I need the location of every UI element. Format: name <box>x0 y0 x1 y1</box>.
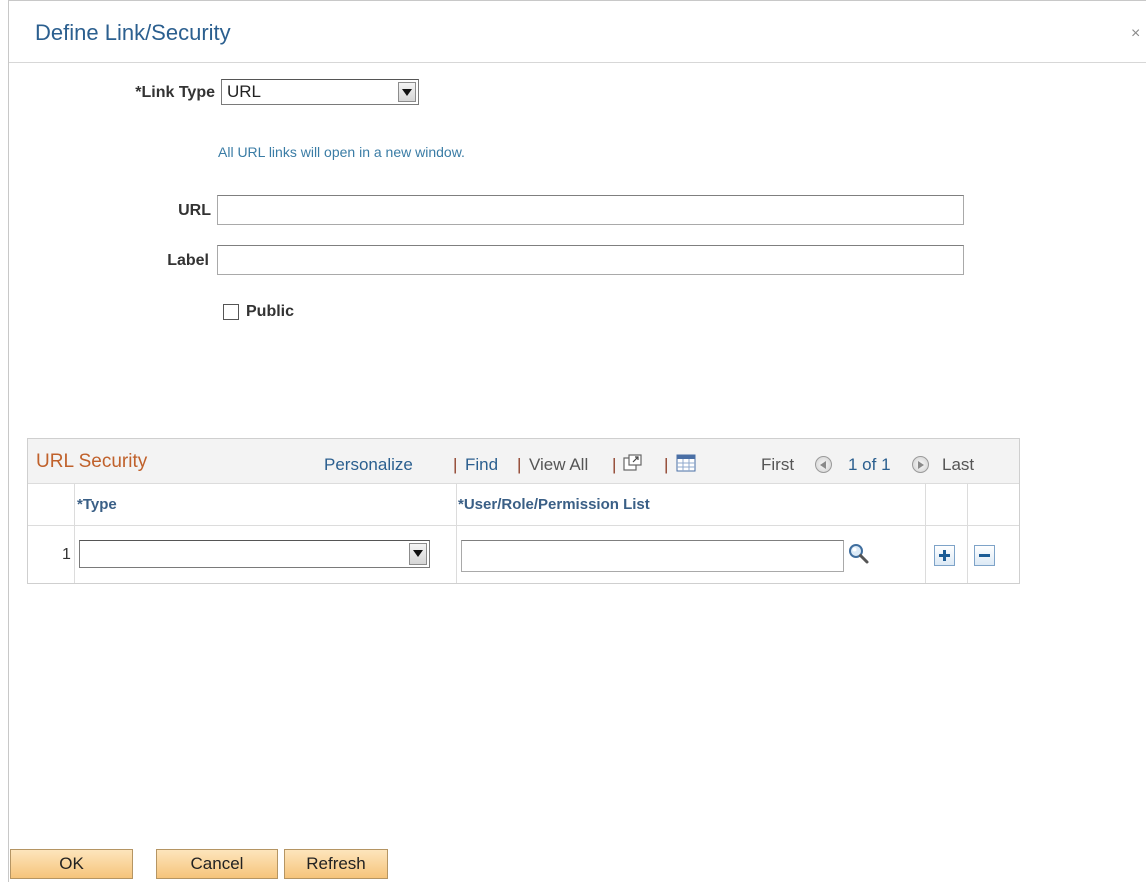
view-all-link[interactable]: View All <box>529 455 588 475</box>
grid-divider <box>74 484 75 583</box>
add-row-icon[interactable] <box>934 545 955 566</box>
column-header-user-role: *User/Role/Permission List <box>458 496 650 513</box>
grid-divider <box>925 484 926 583</box>
cancel-button[interactable]: Cancel <box>156 849 278 879</box>
link-type-value: URL <box>227 82 262 101</box>
delete-row-icon[interactable] <box>974 545 995 566</box>
chevron-down-icon <box>398 82 416 102</box>
url-security-grid: URL Security Personalize | Find | View A… <box>27 438 1020 584</box>
ok-button[interactable]: OK <box>10 849 133 879</box>
separator: | <box>453 455 458 474</box>
find-link[interactable]: Find <box>465 455 498 475</box>
public-label: Public <box>246 303 295 320</box>
grid-header: URL Security Personalize | Find | View A… <box>28 439 1019 484</box>
column-headers: *Type *User/Role/Permission List <box>28 484 1019 526</box>
lookup-magnifier-icon[interactable] <box>848 543 870 565</box>
plus-bar <box>943 550 946 561</box>
minus-bar <box>979 554 990 557</box>
prev-page-icon[interactable] <box>815 456 832 473</box>
new-window-icon[interactable] <box>623 454 643 472</box>
grid-divider <box>456 484 457 583</box>
separator: | <box>612 455 617 474</box>
link-type-select[interactable]: URL <box>221 79 419 105</box>
column-header-type: *Type <box>77 496 117 513</box>
label-label: Label <box>167 252 209 269</box>
separator: | <box>517 455 522 474</box>
label-input[interactable] <box>217 245 964 275</box>
url-input[interactable] <box>217 195 964 225</box>
dialog-title-bar: Define Link/Security <box>9 1 1146 63</box>
row-number: 1 <box>62 546 71 563</box>
next-page-icon[interactable] <box>912 456 929 473</box>
page-count: 1 of 1 <box>848 455 891 474</box>
download-spreadsheet-icon[interactable] <box>676 454 696 472</box>
user-role-input[interactable] <box>461 540 844 572</box>
define-link-security-dialog: Define Link/Security × *Link Type URL Al… <box>8 0 1146 882</box>
separator: | <box>664 455 669 474</box>
grid-title: URL Security <box>36 451 148 472</box>
dialog-title: Define Link/Security <box>35 20 231 45</box>
grid-divider <box>967 484 968 583</box>
refresh-button[interactable]: Refresh <box>284 849 388 879</box>
personalize-link[interactable]: Personalize <box>324 455 413 475</box>
link-type-label: *Link Type <box>135 84 215 101</box>
url-info-text: All URL links will open in a new window. <box>218 144 465 160</box>
type-select[interactable] <box>79 540 430 568</box>
public-checkbox[interactable] <box>223 304 239 320</box>
chevron-down-icon <box>409 543 427 565</box>
close-icon[interactable]: × <box>1131 25 1140 43</box>
first-link[interactable]: First <box>761 455 794 475</box>
url-label: URL <box>178 202 211 219</box>
last-link[interactable]: Last <box>942 455 974 475</box>
